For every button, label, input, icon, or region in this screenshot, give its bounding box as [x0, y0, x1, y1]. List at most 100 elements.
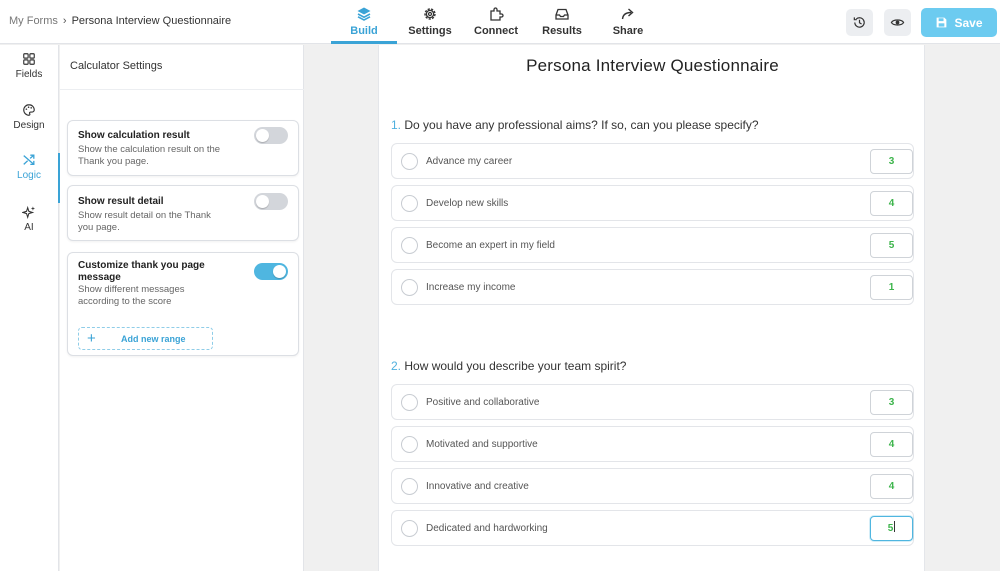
tab-connect-label: Connect [474, 25, 518, 37]
floppy-disk-icon [937, 17, 947, 28]
panel-divider [60, 89, 304, 90]
answer-option-label: Dedicated and hardworking [426, 523, 548, 534]
setting-description-line: according to the score [78, 296, 172, 307]
form-canvas: Persona Interview Questionnaire 1. Do yo… [305, 45, 1000, 571]
score-input[interactable]: 5 [870, 233, 913, 258]
answer-option-label: Motivated and supportive [426, 439, 538, 450]
rail-item-ai-label: AI [24, 222, 34, 233]
form-title: Persona Interview Questionnaire [526, 56, 779, 75]
rail-item-ai[interactable]: AI [0, 205, 58, 253]
setting-title: Show result detail [78, 196, 164, 207]
radio-button[interactable] [401, 478, 418, 495]
answer-option[interactable]: Develop new skills 4 [391, 185, 914, 221]
breadcrumb-my-forms[interactable]: My Forms [9, 15, 58, 27]
answer-option[interactable]: Increase my income 1 [391, 269, 914, 305]
answer-option[interactable]: Innovative and creative 4 [391, 468, 914, 504]
rail-item-logic[interactable]: Logic [0, 153, 60, 203]
setting-title: Show calculation result [78, 130, 190, 141]
setting-description-line: Show result detail on the Thank [78, 210, 211, 221]
toggle-knob [273, 265, 286, 278]
radio-button[interactable] [401, 237, 418, 254]
answer-option[interactable]: Motivated and supportive 4 [391, 426, 914, 462]
score-input[interactable]: 4 [870, 474, 913, 499]
save-button[interactable]: Save [921, 8, 997, 37]
tab-settings[interactable]: Settings [397, 0, 463, 44]
answer-option[interactable]: Dedicated and hardworking 5 [391, 510, 914, 546]
score-input[interactable]: 1 [870, 275, 913, 300]
layers-icon [357, 7, 371, 21]
answer-option-label: Become an expert in my field [426, 240, 555, 251]
setting-description-line: Show different messages [78, 284, 185, 295]
preview-button[interactable] [884, 9, 911, 36]
setting-card-show-result-detail: Show result detail Show result detail on… [67, 185, 299, 241]
score-value: 5 [887, 523, 894, 534]
toggle-knob [256, 129, 269, 142]
add-new-range-button[interactable]: + Add new range [78, 327, 213, 350]
shuffle-icon [23, 154, 35, 166]
setting-description-line: Thank you page. [78, 156, 149, 167]
answer-option-label: Increase my income [426, 282, 516, 293]
answer-option[interactable]: Become an expert in my field 5 [391, 227, 914, 263]
eye-icon [890, 19, 905, 26]
question-label: How would you describe your team spirit? [404, 359, 627, 373]
history-icon [853, 17, 865, 28]
question-number: 2. [391, 359, 402, 373]
question-label: Do you have any professional aims? If so… [404, 118, 759, 132]
radio-button[interactable] [401, 520, 418, 537]
breadcrumb: My Forms › Persona Interview Questionnaire [9, 15, 231, 27]
setting-card-show-calculation-result: Show calculation result Show the calcula… [67, 120, 299, 176]
answer-option[interactable]: Advance my career 3 [391, 143, 914, 179]
rail-item-logic-label: Logic [17, 170, 41, 181]
answer-option-label: Advance my career [426, 156, 513, 167]
question-2-text[interactable]: 2. How would you describe your team spir… [391, 359, 626, 373]
radio-button[interactable] [401, 436, 418, 453]
score-input-focused[interactable]: 5 [870, 516, 913, 541]
radio-button[interactable] [401, 279, 418, 296]
rail-item-fields-label: Fields [15, 69, 43, 80]
tab-settings-label: Settings [408, 25, 452, 37]
grid-icon [23, 53, 35, 65]
tab-build-label: Build [350, 25, 378, 37]
left-rail: Fields Design Logic AI [0, 45, 60, 571]
calculator-settings-panel: Calculator Settings Show calculation res… [60, 45, 304, 571]
score-input[interactable]: 4 [870, 191, 913, 216]
answer-option-label: Develop new skills [426, 198, 509, 209]
answer-option-label: Innovative and creative [426, 481, 529, 492]
add-new-range-label: Add new range [121, 334, 186, 344]
plus-icon: + [87, 330, 96, 347]
palette-icon [23, 104, 35, 116]
toggle-knob [256, 195, 269, 208]
setting-title: message [78, 272, 121, 283]
score-input[interactable]: 4 [870, 432, 913, 457]
gear-icon [424, 8, 436, 20]
tab-results-label: Results [542, 25, 582, 37]
setting-title: Customize thank you page [78, 260, 205, 271]
rail-item-fields[interactable]: Fields [0, 52, 58, 100]
tab-results[interactable]: Results [529, 0, 595, 44]
rail-item-design[interactable]: Design [0, 103, 58, 151]
question-number: 1. [391, 118, 402, 132]
score-input[interactable]: 3 [870, 149, 913, 174]
top-bar: My Forms › Persona Interview Questionnaire… [0, 0, 1000, 44]
rail-item-design-label: Design [13, 120, 45, 131]
answer-option-label: Positive and collaborative [426, 397, 540, 408]
show-result-detail-toggle[interactable] [254, 193, 288, 210]
setting-card-customize-thank-you-message: Customize thank you page message Show di… [67, 252, 299, 356]
score-input[interactable]: 3 [870, 390, 913, 415]
radio-button[interactable] [401, 153, 418, 170]
setting-description-line: you page. [78, 222, 120, 233]
puzzle-icon [490, 7, 504, 21]
breadcrumb-separator: › [62, 15, 67, 27]
tab-build[interactable]: Build [331, 0, 397, 44]
tab-share[interactable]: Share [595, 0, 661, 44]
customize-thank-you-message-toggle[interactable] [254, 263, 288, 280]
panel-title: Calculator Settings [70, 60, 163, 72]
radio-button[interactable] [401, 195, 418, 212]
show-calculation-result-toggle[interactable] [254, 127, 288, 144]
share-arrow-icon [621, 8, 634, 20]
answer-option[interactable]: Positive and collaborative 3 [391, 384, 914, 420]
tab-connect[interactable]: Connect [463, 0, 529, 44]
question-1-text[interactable]: 1. Do you have any professional aims? If… [391, 118, 759, 132]
radio-button[interactable] [401, 394, 418, 411]
history-button[interactable] [846, 9, 873, 36]
